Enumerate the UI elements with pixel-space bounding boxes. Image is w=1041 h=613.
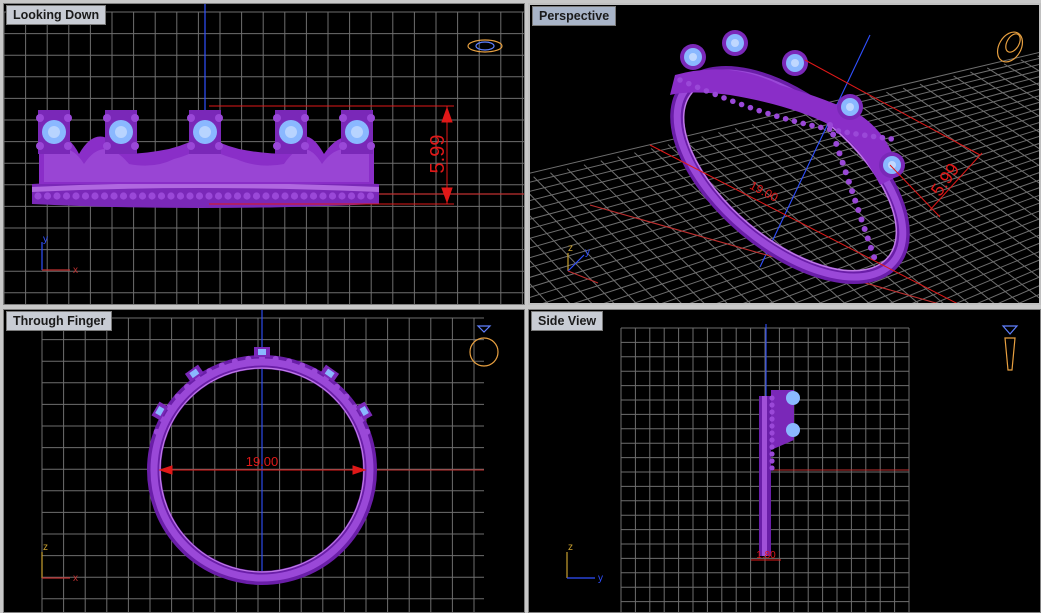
perspective-grid: [530, 52, 1039, 303]
svg-text:y: y: [585, 247, 590, 258]
axis-indicator: z x: [41, 542, 78, 584]
z-axis-line: [759, 34, 871, 268]
viewport-canvas[interactable]: 5.99 19.00 z y: [530, 5, 1041, 305]
viewport-canvas[interactable]: 1.80 z y: [529, 310, 1041, 613]
ring-side-view-icon: [1001, 325, 1019, 371]
svg-text:x: x: [73, 573, 78, 584]
svg-text:x: x: [73, 265, 78, 276]
ring-top-view-icon: [467, 39, 503, 53]
viewport-title[interactable]: Side View: [531, 311, 604, 331]
viewport-canvas[interactable]: 5.99 y x: [4, 4, 525, 305]
ring-model: [32, 110, 379, 208]
axis-indicator: z y: [566, 542, 603, 584]
svg-text:y: y: [43, 234, 48, 245]
svg-text:z: z: [568, 243, 573, 254]
svg-text:y: y: [598, 573, 603, 584]
viewport-through-finger[interactable]: Through Finger 19.00 z x: [3, 309, 525, 613]
viewport-side-view[interactable]: Side View 1.80 z y: [528, 309, 1041, 613]
viewport-title[interactable]: Looking Down: [6, 5, 107, 25]
viewport-title[interactable]: Perspective: [532, 6, 617, 26]
svg-text:z: z: [568, 542, 573, 553]
dimension-label: 5.99: [427, 135, 449, 174]
dimension-label: 1.80: [756, 550, 776, 561]
viewport-looking-down[interactable]: Looking Down 5.99 y x: [3, 3, 525, 305]
viewport-perspective[interactable]: Perspective 5.99 19.00 z y: [528, 3, 1041, 305]
dimension-label: 19.00: [246, 454, 279, 469]
viewport-title[interactable]: Through Finger: [6, 311, 113, 331]
viewport-canvas[interactable]: 19.00 z x: [4, 310, 525, 613]
svg-text:z: z: [43, 542, 48, 553]
